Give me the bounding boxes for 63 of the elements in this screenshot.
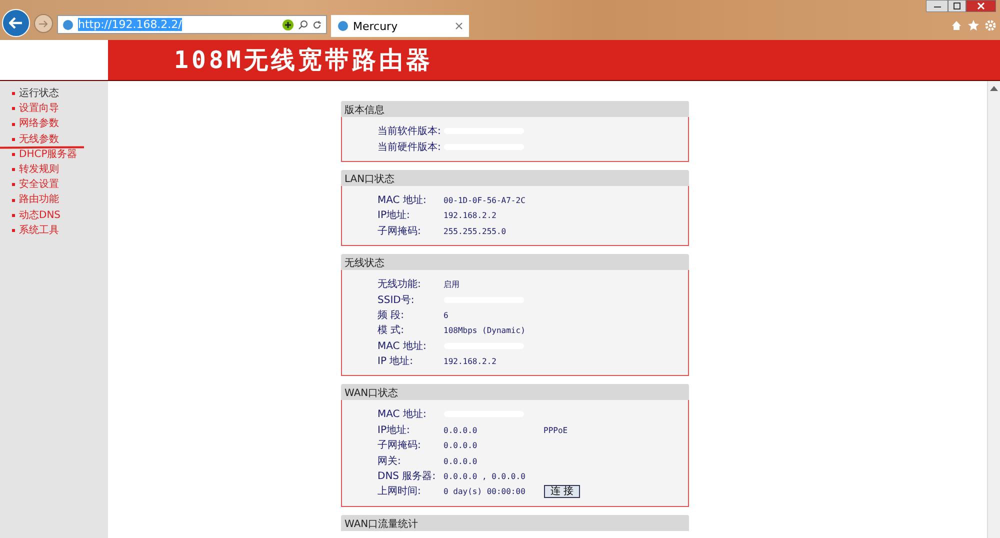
- sidebar-item[interactable]: 无线参数: [12, 132, 108, 146]
- sidebar-item[interactable]: 设置向导: [12, 102, 108, 116]
- field-value: 255.255.255.0: [444, 226, 508, 236]
- field-label: 模 式:: [378, 324, 406, 338]
- connect-button[interactable]: 连 接: [544, 485, 580, 498]
- field-value: 6: [444, 310, 450, 320]
- back-button[interactable]: [2, 9, 30, 37]
- field-label: 上网时间:: [378, 485, 422, 498]
- field-label: MAC 地址:: [378, 408, 428, 422]
- sidebar-item[interactable]: 安全设置: [12, 178, 108, 192]
- field-value: 0.0.0.0 , 0.0.0.0: [444, 472, 526, 482]
- field-label: IP地址:: [378, 209, 411, 222]
- scrollbar[interactable]: [987, 81, 1000, 538]
- field-value: PPPoE: [544, 426, 569, 435]
- sidebar-item[interactable]: 系统工具: [12, 224, 108, 238]
- field-label: 当前软件版本:: [378, 125, 442, 138]
- sidebar-item[interactable]: 转发规则: [12, 163, 108, 176]
- back-arrow-icon: [9, 17, 23, 29]
- field-value: 00-1D-0F-56-A7-2C: [444, 196, 526, 205]
- panel-header: WAN口流量统计: [340, 514, 688, 531]
- field-label: SSID号:: [378, 294, 416, 307]
- address-field[interactable]: http://192.168.2.2/: [57, 15, 327, 34]
- field-value: 0.0.0.0: [444, 456, 478, 466]
- field-label: IP地址:: [378, 424, 411, 437]
- field-value: 192.168.2.2: [444, 357, 498, 366]
- star-icon[interactable]: [968, 20, 979, 31]
- browser-tab[interactable]: Mercury: [331, 15, 469, 37]
- field-value: 启用: [444, 279, 460, 290]
- forward-arrow-icon: [39, 20, 48, 28]
- field-label: MAC 地址:: [378, 340, 428, 353]
- panel-header: WAN口状态: [340, 384, 688, 400]
- window-controls[interactable]: [926, 0, 996, 12]
- banner-title: 108M无线宽带路由器: [174, 45, 433, 76]
- field-value: 0.0.0.0: [444, 426, 478, 435]
- sidebar-item[interactable]: 网络参数: [12, 117, 108, 131]
- search-icon[interactable]: [298, 20, 308, 30]
- field-label: 无线功能:: [378, 278, 422, 292]
- sidebar-item[interactable]: 路由功能: [12, 193, 108, 207]
- field-label: 网关:: [378, 454, 402, 468]
- close-icon[interactable]: [455, 22, 463, 30]
- field-label: DNS 服务器:: [378, 470, 437, 484]
- field-label: IP 地址:: [378, 355, 414, 368]
- field-value: 0 day(s) 00:00:00: [444, 487, 526, 496]
- field-label: 子网掩码:: [378, 439, 422, 452]
- scroll-up-icon[interactable]: [990, 85, 998, 91]
- sidebar-item[interactable]: 动态DNS: [12, 208, 108, 222]
- globe-icon: [62, 18, 74, 30]
- field-label: 子网掩码:: [378, 224, 422, 238]
- panel-header: 版本信息: [340, 101, 688, 117]
- globe-icon: [337, 20, 349, 32]
- field-value: 192.168.2.2: [444, 211, 498, 220]
- refresh-icon[interactable]: [312, 20, 322, 30]
- sidebar-item[interactable]: DHCP服务器: [12, 148, 108, 162]
- url-text: http://192.168.2.2/: [78, 18, 182, 31]
- field-label: MAC 地址:: [378, 194, 428, 207]
- panel-header: LAN口状态: [340, 170, 688, 186]
- sidebar-item[interactable]: 运行状态: [12, 87, 108, 100]
- field-value: 0.0.0.0: [444, 441, 478, 450]
- panel-header: 无线状态: [340, 254, 688, 270]
- field-value: 108Mbps (Dynamic): [444, 326, 526, 336]
- field-label: 当前硬件版本:: [378, 140, 442, 154]
- plus-icon[interactable]: [282, 18, 294, 30]
- field-label: 频 段:: [378, 308, 406, 322]
